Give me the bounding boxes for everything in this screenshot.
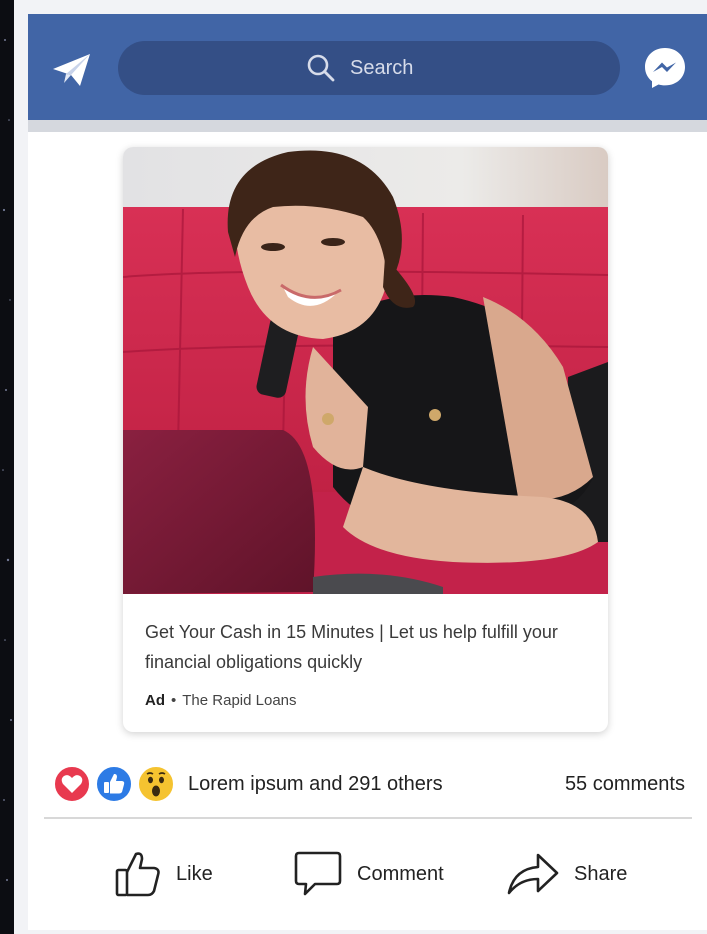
messenger-button[interactable] [642, 45, 688, 91]
ad-label: Ad [145, 692, 165, 709]
ad-separator: • [171, 692, 177, 709]
share-button[interactable]: Share [506, 844, 627, 904]
comment-count[interactable]: 55 comments [565, 773, 685, 796]
divider [44, 817, 692, 819]
ad-meta: Ad • The Rapid Loans [145, 692, 297, 709]
search-bar[interactable] [118, 41, 620, 95]
thumbs-up-icon [115, 852, 160, 897]
reaction-summary[interactable]: Lorem ipsum and 291 others [188, 773, 443, 796]
ad-photo [123, 147, 608, 594]
top-bar [28, 14, 707, 120]
ad-card[interactable]: Get Your Cash in 15 Minutes | Let us hel… [123, 147, 608, 732]
messenger-icon [645, 48, 685, 88]
comment-icon [294, 851, 342, 896]
search-input[interactable] [348, 55, 432, 81]
like-label: Like [176, 862, 213, 885]
like-react-icon [95, 765, 133, 803]
paper-plane-icon [53, 54, 90, 86]
social-feed-panel: Get Your Cash in 15 Minutes | Let us hel… [28, 14, 707, 930]
advertiser-name[interactable]: The Rapid Loans [182, 692, 296, 709]
share-label: Share [574, 862, 628, 885]
ad-headline: Get Your Cash in 15 Minutes | Let us hel… [145, 622, 558, 672]
share-arrow-icon [507, 853, 559, 895]
search-icon [307, 54, 335, 82]
like-button[interactable]: Like [114, 844, 213, 904]
wow-react-icon [137, 765, 175, 803]
top-bar-shadow [28, 120, 707, 132]
comment-button[interactable]: Comment [293, 844, 444, 904]
heart-react-icon [53, 765, 91, 803]
comment-label: Comment [357, 862, 444, 885]
send-button[interactable] [50, 50, 94, 90]
